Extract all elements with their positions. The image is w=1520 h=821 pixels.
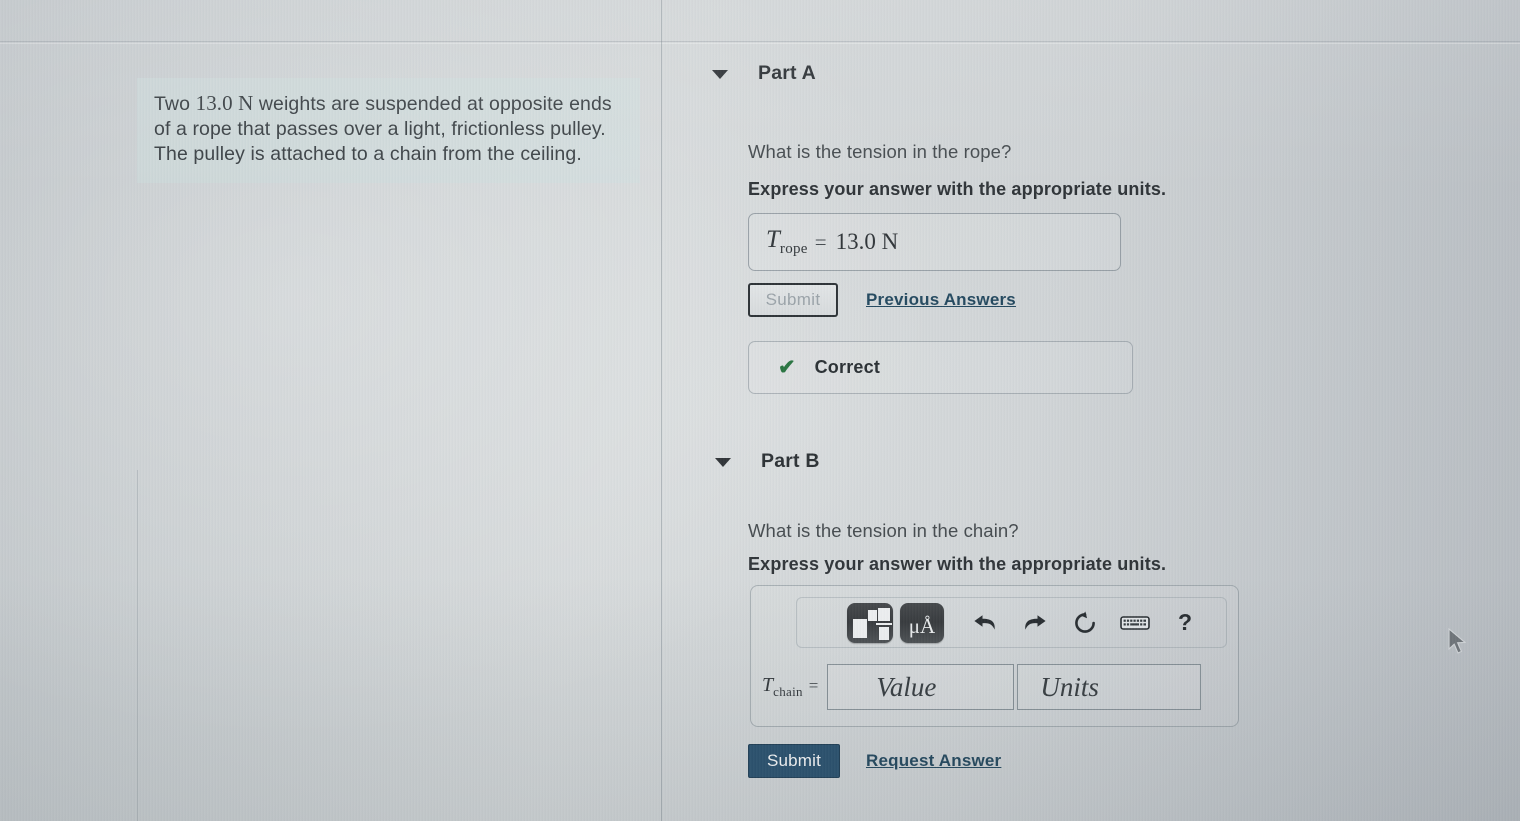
part-a-feedback-label: Correct	[814, 357, 881, 377]
weight-value-unit: 13.0 N	[195, 91, 254, 115]
template-denominator-box-icon	[879, 626, 889, 640]
column-divider	[661, 0, 662, 821]
part-b-answer-widget: μÅ ? Tchain = Value Units	[750, 585, 1239, 727]
part-a-header[interactable]: Part A	[712, 62, 816, 85]
redo-arrow-icon[interactable]	[1010, 603, 1060, 643]
part-a-feedback-box: ✔ Correct	[748, 341, 1133, 394]
caret-down-icon[interactable]	[715, 458, 731, 467]
value-input[interactable]: Value	[827, 664, 1015, 710]
check-icon: ✔	[778, 356, 796, 379]
template-superscript-box-icon	[868, 609, 877, 621]
template-icon	[853, 618, 867, 638]
problem-line-1: Two 13.0 N weights are suspended at oppo…	[154, 91, 612, 115]
screen-photo: Two 13.0 N weights are suspended at oppo…	[0, 0, 1520, 821]
part-b-instruction: Express your answer with the appropriate…	[748, 554, 1167, 574]
units-input[interactable]: Units	[1017, 664, 1202, 710]
part-a-question: What is the tension in the rope?	[748, 141, 1012, 162]
part-a-submit-button[interactable]: Submit	[748, 283, 838, 317]
part-b-submit-button[interactable]: Submit	[748, 744, 840, 778]
math-toolbar: μÅ ?	[796, 597, 1227, 648]
part-a-label: Part A	[758, 62, 816, 84]
caret-down-icon[interactable]	[712, 70, 728, 79]
problem-statement-text: Two 13.0 N weights are suspended at oppo…	[154, 91, 622, 167]
part-a-answer-box[interactable]: Trope = 13.0 N	[748, 213, 1121, 271]
template-fraction-bar-icon	[876, 622, 892, 625]
left-divider	[137, 470, 138, 821]
template-icon-button[interactable]	[847, 602, 893, 643]
previous-answers-link[interactable]: Previous Answers	[866, 290, 1016, 310]
part-b-variable: Tchain =	[762, 674, 819, 699]
undo-arrow-icon[interactable]	[960, 603, 1010, 643]
answer-column: Part A What is the tension in the rope? …	[700, 0, 1520, 821]
part-a-equals: =	[814, 229, 827, 254]
part-b-label: Part B	[761, 450, 820, 472]
units-icon-button[interactable]: μÅ	[900, 602, 944, 643]
part-a-variable: Trope	[766, 226, 808, 257]
problem-line-3: The pulley is attached to a chain from t…	[154, 143, 582, 165]
part-a-submit-row: Submit Previous Answers	[748, 283, 1016, 317]
part-a-instruction: Express your answer with the appropriate…	[748, 179, 1167, 199]
reset-circular-arrow-icon[interactable]	[1060, 603, 1110, 643]
part-b-input-row: Tchain = Value Units	[762, 664, 1202, 710]
part-a-answer-value: 13.0 N	[835, 229, 899, 254]
problem-line-2: of a rope that passes over a light, fric…	[154, 118, 606, 140]
part-b-header[interactable]: Part B	[715, 450, 820, 473]
problem-statement-panel: Two 13.0 N weights are suspended at oppo…	[137, 78, 640, 183]
template-numerator-box-icon	[878, 607, 890, 621]
help-label: ?	[1177, 609, 1193, 635]
part-b-submit-row: Submit Request Answer	[748, 744, 1001, 778]
mouse-pointer-icon	[1447, 627, 1469, 656]
request-answer-link[interactable]: Request Answer	[866, 751, 1001, 771]
part-b-question: What is the tension in the chain?	[748, 520, 1019, 541]
keyboard-icon[interactable]	[1110, 603, 1160, 643]
part-b-equals: =	[808, 676, 819, 695]
help-button[interactable]: ?	[1160, 603, 1210, 643]
